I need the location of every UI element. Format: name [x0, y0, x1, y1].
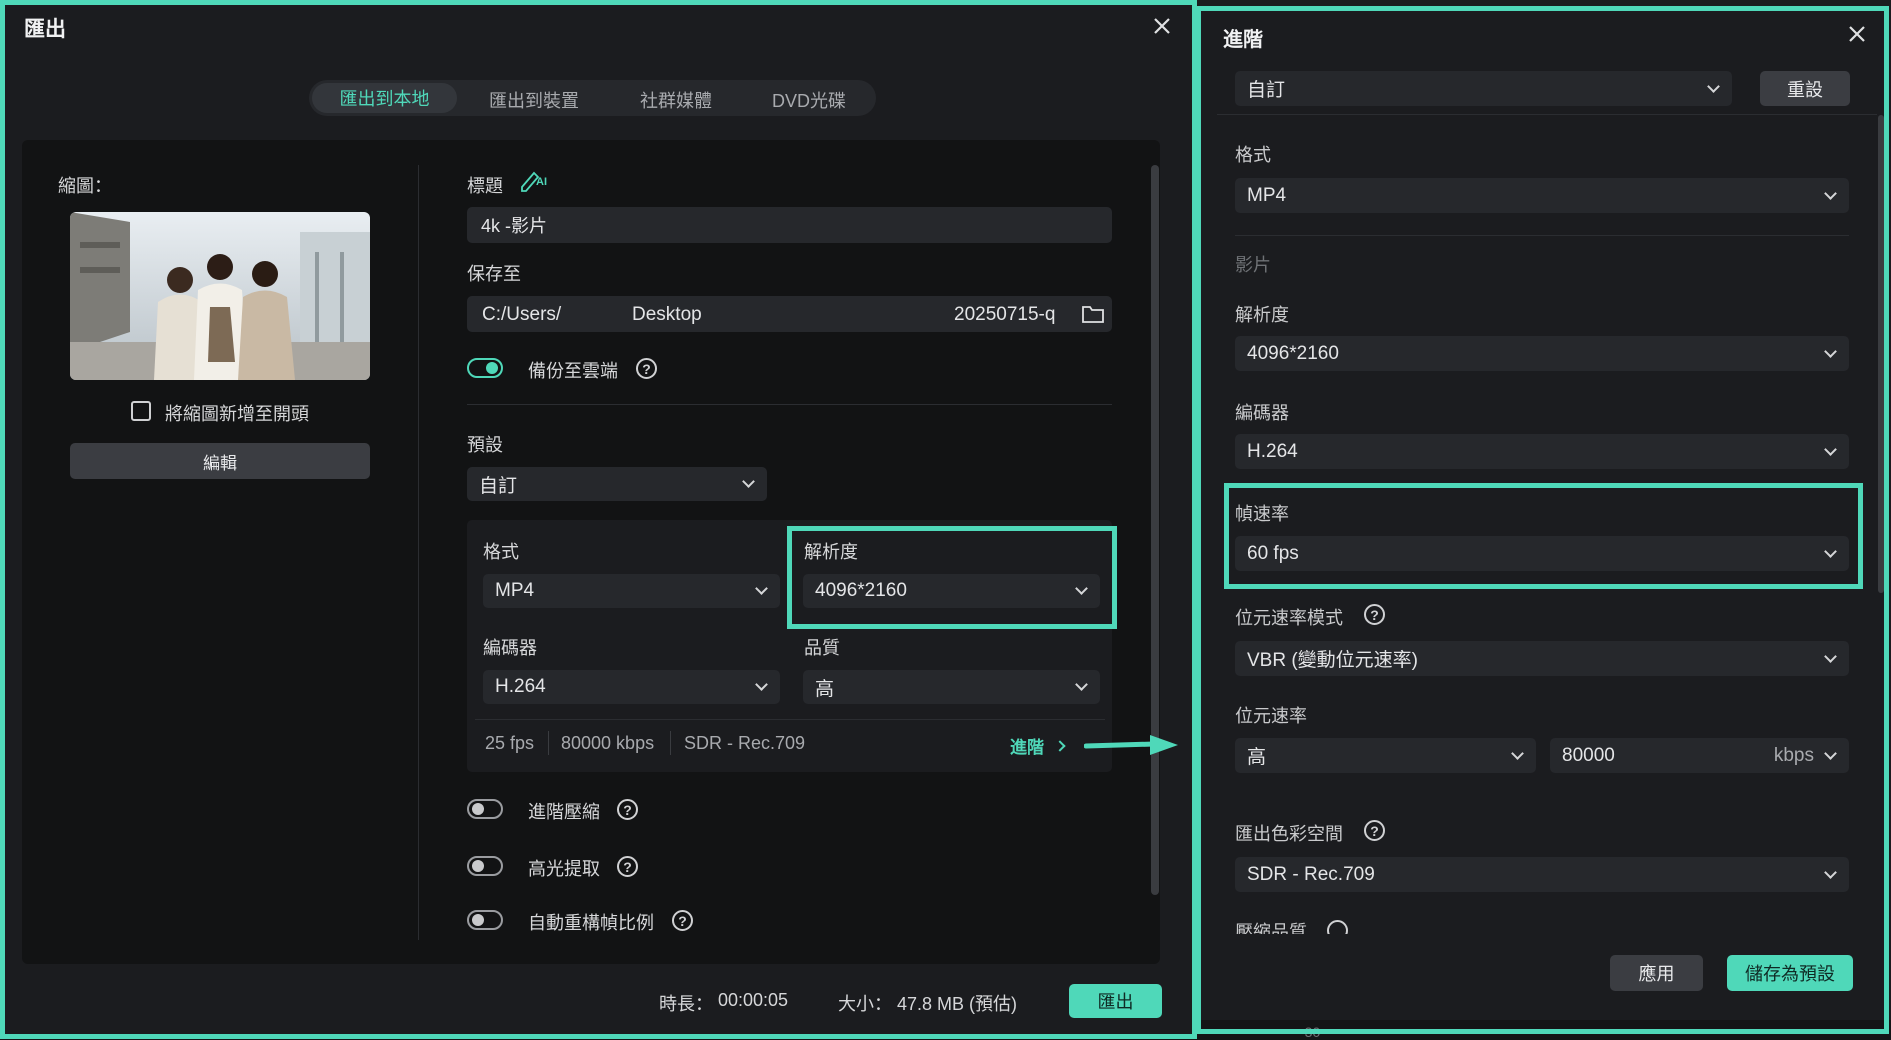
advanced-panel-highlight [1196, 6, 1889, 1034]
arrow-icon [1083, 735, 1184, 755]
export-dialog-highlight [0, 0, 1197, 1039]
